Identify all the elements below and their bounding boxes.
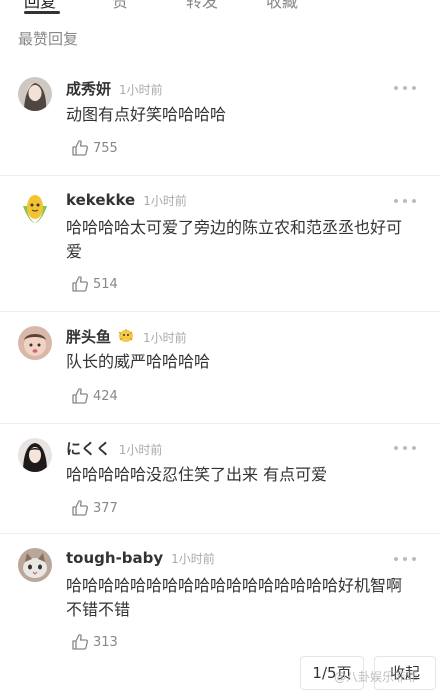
comment-item: kekekke 1小时前 哈哈哈哈太可爱了旁边的陈立农和范丞丞也好可爱 514 — [0, 176, 440, 312]
baby-avatar-icon — [18, 326, 52, 360]
more-options-icon[interactable] — [394, 85, 416, 91]
thumbs-up-icon — [72, 500, 89, 516]
more-options-icon[interactable] — [394, 556, 416, 562]
tab-likes[interactable]: 赞30 — [112, 0, 145, 12]
tab-favorites[interactable]: 收藏30 — [266, 0, 315, 12]
thumbs-up-icon — [72, 276, 89, 292]
like-button[interactable]: 377 — [70, 498, 118, 518]
thumbs-up-icon — [72, 140, 89, 156]
thumbs-up-icon — [72, 388, 89, 404]
section-title: 最赞回复 — [18, 30, 79, 48]
girl-avatar-2-icon — [18, 438, 52, 472]
username[interactable]: 成秀妍 1小时前 — [66, 78, 163, 99]
user-avatar[interactable] — [18, 438, 52, 472]
comment-item: tough-baby 1小时前 哈哈哈哈哈哈哈哈哈哈哈哈哈哈哈哈哈好机智啊 不错不… — [0, 534, 440, 674]
like-button[interactable]: 755 — [70, 138, 118, 158]
comment-item: 胖头鱼 1小时前 队长的威严哈哈哈哈 424 — [0, 312, 440, 424]
user-avatar[interactable] — [18, 548, 52, 582]
user-avatar[interactable] — [18, 77, 52, 111]
user-avatar[interactable] — [18, 326, 52, 360]
comment-text: 哈哈哈哈太可爱了旁边的陈立农和范丞丞也好可爱 — [66, 218, 403, 261]
like-button[interactable]: 424 — [70, 386, 118, 406]
username[interactable]: 胖头鱼 1小时前 — [66, 326, 187, 347]
thumbs-up-icon — [72, 634, 89, 650]
cat-avatar-icon — [18, 548, 52, 582]
tab-bar: 回复37 赞30 转发3 收藏30 — [0, 0, 440, 14]
user-avatar[interactable] — [18, 192, 52, 226]
pufferfish-icon — [118, 329, 134, 342]
comment-text: 哈哈哈哈哈哈哈哈哈哈哈哈哈哈哈哈哈好机智啊 不错不错 — [66, 576, 403, 619]
more-options-icon[interactable] — [394, 445, 416, 451]
username[interactable]: kekekke 1小时前 — [66, 191, 187, 209]
comment-list: 成秀妍 1小时前 动图有点好笑哈哈哈哈 755 kekekke 1小时前 哈哈哈哈太… — [0, 58, 440, 674]
username[interactable]: にくく 1小时前 — [66, 438, 162, 459]
comment-text: 动图有点好笑哈哈哈哈 — [66, 105, 227, 124]
username[interactable]: tough-baby 1小时前 — [66, 549, 215, 567]
corn-avatar-icon — [18, 192, 52, 226]
more-options-icon[interactable] — [394, 198, 416, 204]
active-tab-indicator — [24, 11, 60, 14]
like-button[interactable]: 313 — [70, 632, 118, 652]
comment-item: 成秀妍 1小时前 动图有点好笑哈哈哈哈 755 — [0, 58, 440, 176]
comment-item: にくく 1小时前 哈哈哈哈哈没忍住笑了出来 有点可爱 377 — [0, 424, 440, 534]
girl-avatar-icon — [18, 77, 52, 111]
tab-reposts[interactable]: 转发3 — [186, 0, 228, 12]
like-button[interactable]: 514 — [70, 274, 118, 294]
watermark: @八卦娱乐菲菲 — [334, 670, 419, 684]
comment-text: 哈哈哈哈哈没忍住笑了出来 有点可爱 — [66, 465, 328, 484]
comment-text: 队长的威严哈哈哈哈 — [66, 352, 211, 371]
